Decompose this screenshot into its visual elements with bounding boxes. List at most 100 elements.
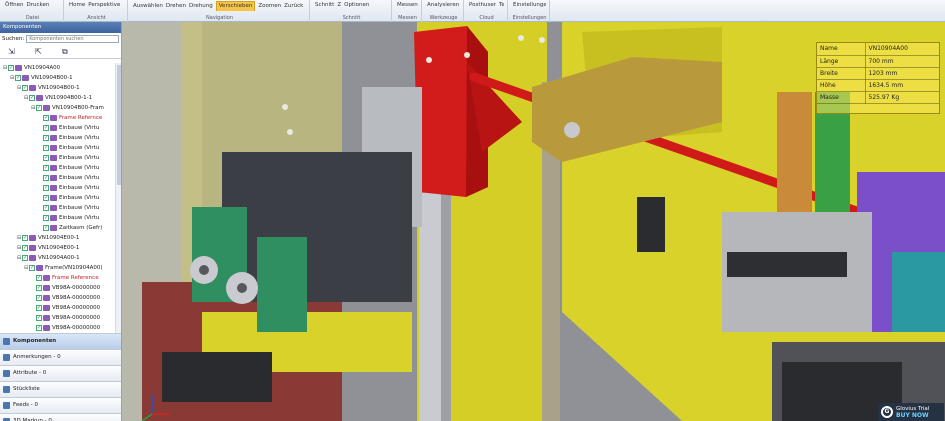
- visibility-checkbox[interactable]: ✓: [36, 314, 42, 321]
- visibility-checkbox[interactable]: ✓: [43, 164, 49, 171]
- ribbon-button[interactable]: Drucken: [26, 1, 49, 10]
- panel-tab[interactable]: Feeds - 0: [0, 397, 121, 413]
- visibility-checkbox[interactable]: ✓: [43, 124, 49, 131]
- ribbon-button[interactable]: Posthuser: [469, 1, 496, 10]
- component-icon: [43, 294, 50, 301]
- tree-item[interactable]: ✓ Einbauw (Virtu: [38, 153, 99, 163]
- tree-item[interactable]: ✓ Einbauw (Virtu: [38, 203, 99, 213]
- tree-item[interactable]: ✓ Einbauw (Virtu: [38, 183, 99, 193]
- property-key: Höhe: [817, 79, 866, 92]
- ribbon-button[interactable]: Zoomen: [258, 2, 281, 11]
- tree-item-label: Einbauw (Virtu: [59, 135, 100, 141]
- visibility-checkbox[interactable]: ✓: [15, 74, 21, 81]
- tree-item[interactable]: ⊟ ✓ VN10904B00-1: [10, 73, 73, 83]
- tree-item[interactable]: ⊟ ✓ Frame(VN10904A00): [24, 263, 103, 273]
- visibility-checkbox[interactable]: ✓: [43, 214, 49, 221]
- visibility-checkbox[interactable]: ✓: [8, 64, 14, 71]
- ribbon-button[interactable]: Zurück: [284, 2, 303, 11]
- expand-all-icon[interactable]: ⇲: [8, 47, 17, 56]
- tree-item[interactable]: ✓ VB98A-00000000: [31, 283, 100, 293]
- scrollbar-thumb[interactable]: [117, 65, 121, 185]
- tree-item[interactable]: ⊟ ✓ VN10904B00-1: [17, 83, 80, 93]
- ribbon-button[interactable]: Öffnen: [5, 1, 23, 10]
- tree-item[interactable]: ✓ Einbauw (Virtu: [38, 193, 99, 203]
- visibility-checkbox[interactable]: ✓: [22, 234, 28, 241]
- collapse-all-icon[interactable]: ⇱: [35, 47, 44, 56]
- visibility-checkbox[interactable]: ✓: [43, 184, 49, 191]
- visibility-checkbox[interactable]: ✓: [43, 134, 49, 141]
- visibility-checkbox[interactable]: ✓: [43, 154, 49, 161]
- ribbon-button[interactable]: Einstellungen: [513, 1, 546, 10]
- copy-icon[interactable]: ⧉: [62, 47, 71, 56]
- tree-item[interactable]: ⊟ ✓ VN10904E00-1: [17, 233, 79, 243]
- tree-toolbar: ⇲ ⇱ ⧉: [0, 45, 121, 59]
- visibility-checkbox[interactable]: ✓: [29, 264, 35, 271]
- visibility-checkbox[interactable]: ✓: [22, 254, 28, 261]
- panel-tab-label: Stückliste: [13, 386, 40, 392]
- panel-tab[interactable]: Stückliste: [0, 381, 121, 397]
- ribbon-button[interactable]: Drehen: [166, 2, 186, 11]
- ribbon-button[interactable]: Messen: [397, 1, 418, 10]
- visibility-checkbox[interactable]: ✓: [43, 224, 49, 231]
- component-icon: [36, 264, 43, 271]
- panel-tab[interactable]: Attribute - 0: [0, 365, 121, 381]
- tree-item[interactable]: ✓ Einbauw (Virtu: [38, 163, 99, 173]
- visibility-checkbox[interactable]: ✓: [36, 274, 42, 281]
- glovius-logo-icon: G: [881, 406, 893, 418]
- buy-now-link[interactable]: BUY NOW: [896, 412, 929, 419]
- search-input[interactable]: [26, 35, 119, 43]
- tree-item[interactable]: ✓ Einbauw (Virtu: [38, 123, 99, 133]
- tree-scrollbar[interactable]: [115, 63, 121, 341]
- panel-tab[interactable]: Komponenten: [0, 333, 121, 349]
- tree-item[interactable]: ✓ Einbauw (Virtu: [38, 213, 99, 223]
- ribbon-button[interactable]: Schnitt: [315, 1, 334, 10]
- 3d-viewport[interactable]: Name VN10904A00 Länge 700 mm Breite 1203 mm Hö…: [122, 22, 945, 421]
- tab-icon: [3, 354, 10, 361]
- ribbon-button[interactable]: Auswählen: [133, 2, 163, 11]
- ribbon-button[interactable]: Home: [69, 1, 85, 10]
- trial-badge[interactable]: G Glovius Trial BUY NOW: [878, 403, 944, 421]
- ribbon: Öffnen Drucken Datei Home Perspektive Ansicht…: [0, 0, 945, 22]
- tree-item-label: VB98A-00000000: [52, 305, 101, 311]
- tree-item[interactable]: ✓ Einbauw (Virtu: [38, 133, 99, 143]
- tree-item[interactable]: ⊟ ✓ VN10904A00: [3, 63, 60, 73]
- ribbon-button[interactable]: Analysieren: [427, 1, 459, 10]
- ribbon-button[interactable]: Z: [337, 1, 341, 10]
- ribbon-button[interactable]: Drehung: [189, 2, 213, 11]
- panel-tab[interactable]: Anmerkungen - 0: [0, 349, 121, 365]
- visibility-checkbox[interactable]: ✓: [43, 144, 49, 151]
- tree-item-label: Einbauw (Virtu: [59, 205, 100, 211]
- visibility-checkbox[interactable]: ✓: [43, 194, 49, 201]
- tree-item[interactable]: ✓ VB98A-00000000: [31, 313, 100, 323]
- tree-item[interactable]: ✓ VB98A-00000000: [31, 293, 100, 303]
- ribbon-button[interactable]: Teilen: [499, 1, 504, 10]
- tree-item[interactable]: ✓ Einbauw (Virtu: [38, 173, 99, 183]
- visibility-checkbox[interactable]: ✓: [43, 174, 49, 181]
- visibility-checkbox[interactable]: ✓: [43, 204, 49, 211]
- visibility-checkbox[interactable]: ✓: [36, 324, 42, 331]
- tree-item[interactable]: ⊟ ✓ VN10904B00-Fram: [31, 103, 104, 113]
- ribbon-button[interactable]: Verschieben: [215, 1, 256, 11]
- ribbon-buttons: PosthuserTeilen: [469, 1, 504, 11]
- tree-item[interactable]: ⊟ ✓ VN10904E00-1: [17, 243, 79, 253]
- tree-item[interactable]: ✓ VB98A-00000000: [31, 303, 100, 313]
- tree-item[interactable]: ⊟ ✓ VN10904B00-1-1: [24, 93, 92, 103]
- visibility-checkbox[interactable]: ✓: [36, 304, 42, 311]
- visibility-checkbox[interactable]: ✓: [29, 94, 35, 101]
- tree-item[interactable]: ✓ Einbauw (Virtu: [38, 143, 99, 153]
- visibility-checkbox[interactable]: ✓: [36, 284, 42, 291]
- visibility-checkbox[interactable]: ✓: [43, 114, 49, 121]
- visibility-checkbox[interactable]: ✓: [36, 104, 42, 111]
- component-icon: [43, 284, 50, 291]
- ribbon-button[interactable]: Optionen: [344, 1, 369, 10]
- ribbon-button[interactable]: Perspektive: [88, 1, 120, 10]
- visibility-checkbox[interactable]: ✓: [22, 244, 28, 251]
- tree-item[interactable]: ✓ VB98A-00000000: [31, 323, 100, 333]
- visibility-checkbox[interactable]: ✓: [36, 294, 42, 301]
- tree-item[interactable]: ✓ Frame Refernce: [38, 113, 102, 123]
- tree-item[interactable]: ✓ Zaitkasm (Gefr): [38, 223, 102, 233]
- visibility-checkbox[interactable]: ✓: [22, 84, 28, 91]
- tree-item[interactable]: ⊟ ✓ VN10904A00-1: [17, 253, 80, 263]
- tree-item[interactable]: ✓ Frame Reference: [31, 273, 99, 283]
- panel-tab[interactable]: 3D Markup - 0: [0, 413, 121, 421]
